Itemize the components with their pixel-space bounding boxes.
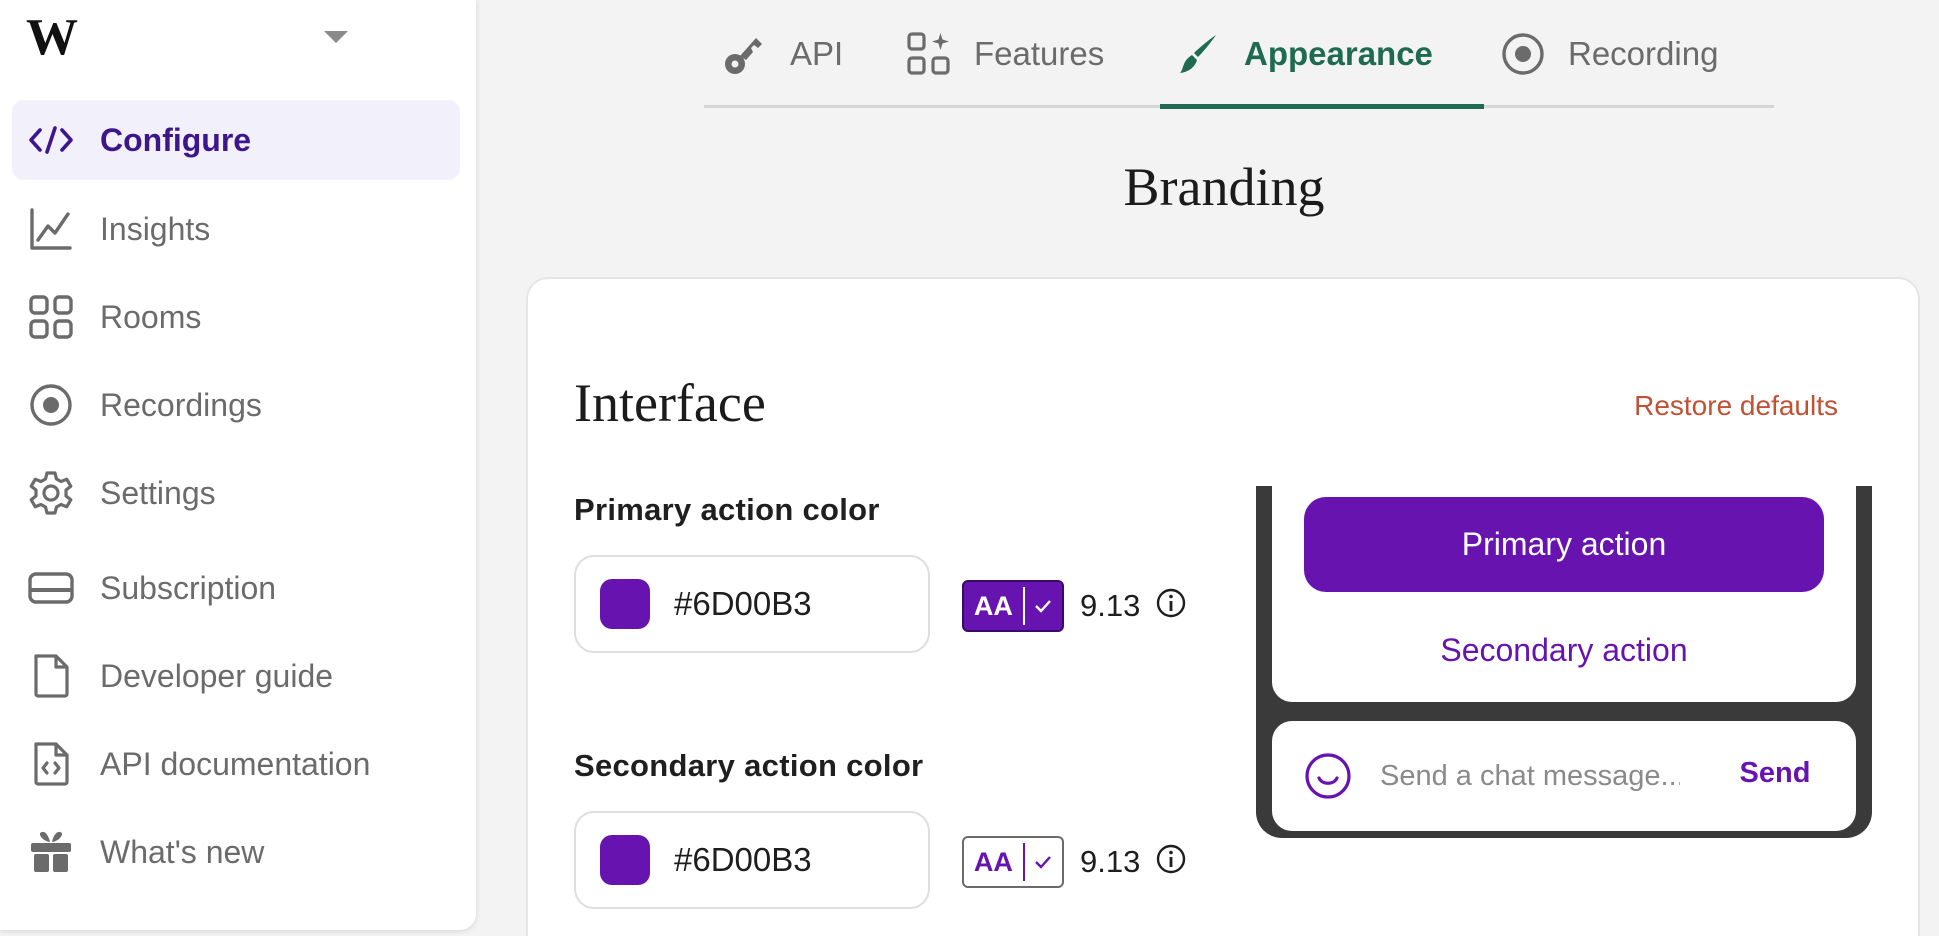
record-icon bbox=[1500, 31, 1546, 77]
code-icon bbox=[28, 117, 74, 163]
gear-icon bbox=[28, 470, 74, 516]
sidebar: W Configure Insights Rooms Recordings Se… bbox=[0, 0, 476, 930]
primary-color-swatch[interactable] bbox=[600, 579, 650, 629]
tab-label: Recording bbox=[1568, 35, 1719, 72]
secondary-color-field[interactable]: #6D00B3 bbox=[574, 811, 930, 909]
tab-label: Appearance bbox=[1244, 35, 1433, 72]
gift-icon bbox=[28, 829, 74, 875]
send-button[interactable]: Send bbox=[1730, 757, 1820, 790]
sidebar-item-insights[interactable]: Insights bbox=[12, 189, 460, 269]
sidebar-item-label: What's new bbox=[100, 833, 265, 870]
sidebar-item-label: Developer guide bbox=[100, 657, 334, 694]
card-icon bbox=[28, 565, 74, 611]
sidebar-item-subscription[interactable]: Subscription bbox=[12, 548, 460, 628]
sidebar-item-label: Configure bbox=[100, 121, 252, 158]
record-icon bbox=[28, 382, 74, 428]
grid-icon bbox=[28, 294, 74, 340]
sidebar-item-configure[interactable]: Configure bbox=[12, 100, 460, 180]
secondary-action-button[interactable]: Secondary action bbox=[1304, 612, 1824, 688]
document-icon bbox=[28, 653, 74, 699]
sidebar-item-api-documentation[interactable]: API documentation bbox=[12, 724, 460, 804]
sidebar-item-settings[interactable]: Settings bbox=[12, 453, 460, 533]
sidebar-item-label: Subscription bbox=[100, 569, 277, 606]
contrast-grade: AA bbox=[973, 590, 1013, 621]
section-title: Interface bbox=[574, 373, 766, 433]
info-icon[interactable] bbox=[1156, 588, 1186, 618]
chevron-down-icon bbox=[324, 31, 348, 43]
primary-contrast-badge: AA bbox=[962, 580, 1064, 632]
page-title: Branding bbox=[1123, 157, 1325, 217]
contrast-grade: AA bbox=[973, 846, 1013, 877]
restore-defaults-link[interactable]: Restore defaults bbox=[1580, 390, 1838, 422]
info-icon[interactable] bbox=[1156, 844, 1186, 874]
sidebar-item-developer-guide[interactable]: Developer guide bbox=[12, 636, 460, 716]
primary-color-label: Primary action color bbox=[574, 492, 880, 527]
secondary-color-value[interactable]: #6D00B3 bbox=[674, 841, 812, 879]
svg-text:W: W bbox=[26, 10, 78, 62]
primary-color-value[interactable]: #6D00B3 bbox=[674, 585, 812, 623]
brush-icon bbox=[1176, 31, 1222, 77]
secondary-color-swatch[interactable] bbox=[600, 835, 650, 885]
emoji-icon[interactable] bbox=[1304, 752, 1352, 800]
logo-icon[interactable]: W bbox=[24, 9, 80, 66]
sidebar-item-rooms[interactable]: Rooms bbox=[12, 277, 460, 357]
tab-label: Features bbox=[974, 35, 1105, 72]
sidebar-item-label: Settings bbox=[100, 474, 216, 511]
sidebar-item-label: Insights bbox=[100, 210, 211, 247]
sidebar-item-whats-new[interactable]: What's new bbox=[12, 812, 460, 892]
primary-action-button[interactable]: Primary action bbox=[1304, 497, 1824, 592]
tab-features[interactable]: Features bbox=[906, 0, 1104, 108]
secondary-contrast-badge: AA bbox=[962, 836, 1064, 888]
tab-api[interactable]: API bbox=[722, 0, 843, 108]
check-icon bbox=[1025, 855, 1062, 869]
code-document-icon bbox=[28, 741, 74, 787]
tab-label: API bbox=[790, 35, 844, 72]
chat-message-input[interactable] bbox=[1380, 752, 1680, 800]
secondary-contrast-ratio: 9.13 bbox=[1080, 844, 1141, 879]
check-icon bbox=[1025, 599, 1062, 613]
tab-appearance[interactable]: Appearance bbox=[1176, 0, 1433, 108]
sidebar-item-label: Recordings bbox=[100, 386, 262, 423]
tab-recording[interactable]: Recording bbox=[1500, 0, 1718, 108]
primary-contrast-ratio: 9.13 bbox=[1080, 588, 1141, 623]
key-icon bbox=[722, 31, 768, 77]
chart-icon bbox=[28, 206, 74, 252]
workspace-dropdown[interactable] bbox=[322, 28, 350, 46]
sidebar-item-label: Rooms bbox=[100, 298, 202, 335]
active-tab-indicator bbox=[1160, 104, 1484, 109]
features-icon bbox=[906, 31, 952, 77]
sidebar-item-label: API documentation bbox=[100, 745, 371, 782]
sidebar-item-recordings[interactable]: Recordings bbox=[12, 365, 460, 445]
primary-color-field[interactable]: #6D00B3 bbox=[574, 555, 930, 653]
secondary-color-label: Secondary action color bbox=[574, 748, 924, 783]
